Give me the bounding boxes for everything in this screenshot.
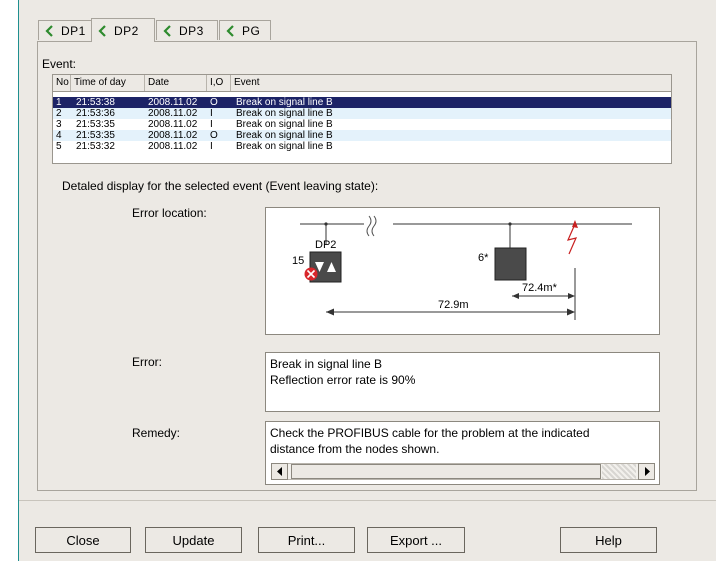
arrow-right-icon xyxy=(644,467,650,476)
tab-label: PG xyxy=(242,23,261,38)
error-label: Error: xyxy=(132,355,162,369)
chevron-left-icon xyxy=(96,24,110,38)
export-button[interactable]: Export ... xyxy=(367,527,465,553)
cell-io: O xyxy=(210,130,218,141)
error-location-diagram: DP2 15 6* 72.4m* 72.9m xyxy=(265,207,660,335)
tab-dp1[interactable]: DP1 xyxy=(38,20,92,40)
cell-time: 21:53:36 xyxy=(76,108,115,119)
remedy-line: distance from the nodes shown. xyxy=(270,442,440,456)
help-button[interactable]: Help xyxy=(560,527,657,553)
table-row[interactable]: 1 21:53:38 2008.11.02 O Break on signal … xyxy=(53,97,671,108)
node-left-name: DP2 xyxy=(315,239,337,251)
detail-heading: Detaled display for the selected event (… xyxy=(62,179,379,193)
cell-io: O xyxy=(210,97,218,108)
table-row[interactable]: 3 21:53:35 2008.11.02 I Break on signal … xyxy=(53,119,671,130)
cell-time: 21:53:32 xyxy=(76,141,115,152)
tab-label: DP3 xyxy=(179,23,204,38)
cell-date: 2008.11.02 xyxy=(148,97,198,108)
cell-no: 3 xyxy=(56,119,62,130)
scroll-track[interactable] xyxy=(602,464,636,479)
table-row[interactable]: 5 21:53:32 2008.11.02 I Break on signal … xyxy=(53,141,671,152)
error-textbox[interactable]: Break in signal line B Reflection error … xyxy=(265,352,660,412)
cell-date: 2008.11.02 xyxy=(148,119,198,130)
cell-date: 2008.11.02 xyxy=(148,108,198,119)
cell-time: 21:53:38 xyxy=(76,97,115,108)
column-header[interactable]: Time of day xyxy=(71,75,145,91)
error-location-label: Error location: xyxy=(132,206,207,220)
cell-no: 4 xyxy=(56,130,62,141)
error-line: Break in signal line B xyxy=(270,357,383,371)
cell-event: Break on signal line B xyxy=(236,119,333,130)
distance-short-label: 72.4m* xyxy=(522,282,557,294)
cell-no: 5 xyxy=(56,141,62,152)
remedy-line: Check the PROFIBUS cable for the problem… xyxy=(270,426,590,440)
cell-io: I xyxy=(210,141,213,152)
cell-no: 2 xyxy=(56,108,62,119)
footer-divider xyxy=(19,500,716,501)
tab-dp2[interactable]: DP2 xyxy=(91,18,155,42)
chevron-left-icon xyxy=(43,24,57,38)
event-table[interactable]: No Time of day Date I,O Event 1 21:53:38… xyxy=(52,74,672,164)
error-line: Reflection error rate is 90% xyxy=(270,373,416,387)
table-row[interactable]: 4 21:53:35 2008.11.02 O Break on signal … xyxy=(53,130,671,141)
cell-date: 2008.11.02 xyxy=(148,141,198,152)
scroll-thumb[interactable] xyxy=(291,464,601,479)
close-button[interactable]: Close xyxy=(35,527,131,553)
node-left-number: 15 xyxy=(292,255,305,267)
cell-event: Break on signal line B xyxy=(236,97,333,108)
node-right-label: 6* xyxy=(478,252,489,264)
cell-event: Break on signal line B xyxy=(236,130,333,141)
cell-event: Break on signal line B xyxy=(236,141,333,152)
tab-label: DP2 xyxy=(114,23,139,38)
bus-diagram-graphic xyxy=(300,215,632,320)
event-label: Event: xyxy=(42,57,77,71)
column-header[interactable]: I,O xyxy=(207,75,231,91)
cell-event: Break on signal line B xyxy=(236,108,333,119)
table-row[interactable]: 2 21:53:36 2008.11.02 I Break on signal … xyxy=(53,108,671,119)
distance-long-label: 72.9m xyxy=(438,299,469,311)
table-header: No Time of day Date I,O Event xyxy=(53,75,671,92)
cell-no: 1 xyxy=(56,97,62,108)
arrow-left-icon xyxy=(276,467,282,476)
cell-io: I xyxy=(210,119,213,130)
column-header[interactable]: Event xyxy=(231,75,673,91)
scroll-right-button[interactable] xyxy=(638,463,655,480)
tab-dp3[interactable]: DP3 xyxy=(156,20,218,40)
column-header[interactable]: Date xyxy=(145,75,207,91)
tab-label: DP1 xyxy=(61,23,86,38)
scroll-left-button[interactable] xyxy=(271,463,288,480)
update-button[interactable]: Update xyxy=(145,527,242,553)
remedy-label: Remedy: xyxy=(132,426,181,440)
chevron-left-icon xyxy=(224,24,238,38)
cell-date: 2008.11.02 xyxy=(148,130,198,141)
chevron-left-icon xyxy=(161,24,175,38)
column-header[interactable]: No xyxy=(53,75,71,91)
cell-time: 21:53:35 xyxy=(76,119,115,130)
print-button[interactable]: Print... xyxy=(258,527,355,553)
cell-time: 21:53:35 xyxy=(76,130,115,141)
remedy-horizontal-scrollbar[interactable] xyxy=(271,463,655,480)
tab-pg[interactable]: PG xyxy=(219,20,271,40)
cell-io: I xyxy=(210,108,213,119)
